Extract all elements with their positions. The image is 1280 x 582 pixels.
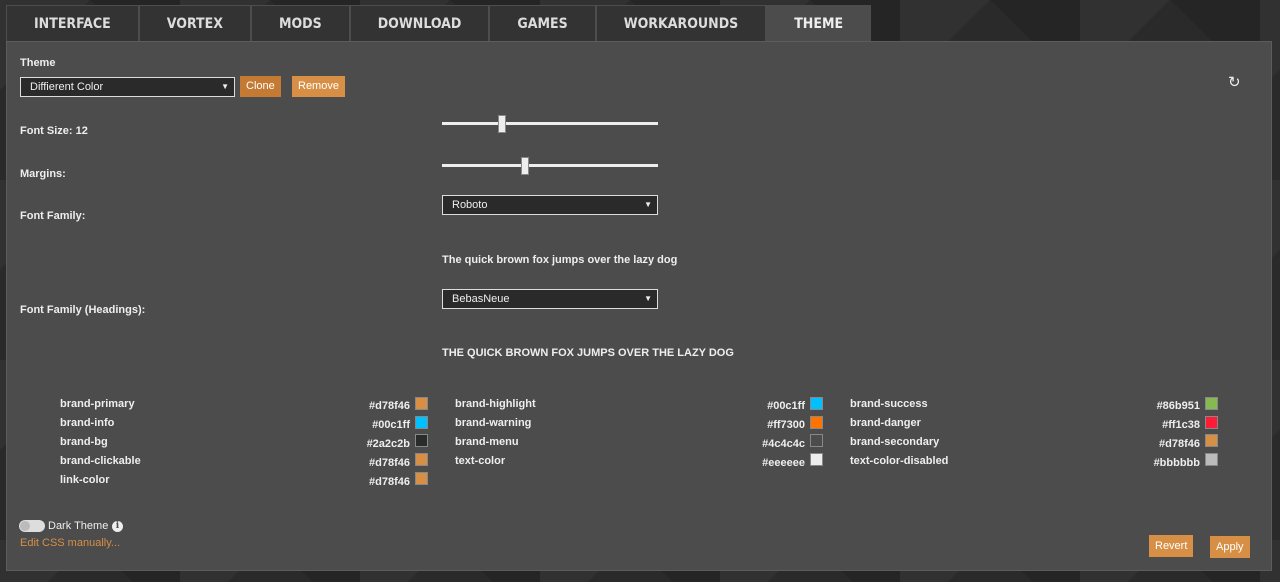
chevron-down-icon: ▼ xyxy=(644,200,652,209)
color-swatch[interactable] xyxy=(1205,416,1218,429)
color-value: #eeeeee xyxy=(762,457,805,469)
color-swatch[interactable] xyxy=(415,453,428,466)
color-swatch[interactable] xyxy=(810,434,823,447)
settings-tabs: INTERFACE VORTEX MODS DOWNLOAD GAMES WOR… xyxy=(6,5,872,42)
theme-label: Theme xyxy=(20,57,56,69)
chevron-down-icon: ▼ xyxy=(221,82,229,91)
tab-mods[interactable]: MODS xyxy=(250,5,350,41)
color-swatch[interactable] xyxy=(415,434,428,447)
font-family-headings-select-value: BebasNeue xyxy=(452,293,510,305)
color-value: #ff1c38 xyxy=(1162,419,1200,431)
theme-select[interactable]: Diffierent Color ▼ xyxy=(20,77,235,97)
color-key: link-color xyxy=(60,474,110,486)
font-size-label: Font Size: 12 xyxy=(20,125,88,137)
tab-download[interactable]: DOWNLOAD xyxy=(349,5,490,41)
color-key: brand-highlight xyxy=(455,398,536,410)
tab-theme[interactable]: THEME xyxy=(766,5,872,42)
color-swatch[interactable] xyxy=(415,416,428,429)
color-value: #4c4c4c xyxy=(762,438,805,450)
color-swatch[interactable] xyxy=(810,397,823,410)
color-key: brand-primary xyxy=(60,398,135,410)
color-key: brand-bg xyxy=(60,436,108,448)
tab-games[interactable]: GAMES xyxy=(489,5,596,41)
color-key: brand-danger xyxy=(850,417,921,429)
slider-track xyxy=(442,122,658,125)
theme-select-value: Diffierent Color xyxy=(30,81,104,93)
slider-thumb[interactable] xyxy=(521,157,529,175)
apply-button[interactable]: Apply xyxy=(1210,536,1250,558)
font-family-headings-label: Font Family (Headings): xyxy=(20,304,146,316)
color-value: #00c1ff xyxy=(372,419,410,431)
color-value: #00c1ff xyxy=(767,400,805,412)
color-value: #2a2c2b xyxy=(366,438,410,450)
color-swatch[interactable] xyxy=(1205,453,1218,466)
color-key: brand-secondary xyxy=(850,436,940,448)
color-value: #d78f46 xyxy=(369,457,410,469)
dark-theme-toggle[interactable] xyxy=(19,520,45,532)
color-key: brand-menu xyxy=(455,436,519,448)
color-key: brand-success xyxy=(850,398,928,410)
color-value: #d78f46 xyxy=(1159,438,1200,450)
tab-interface[interactable]: INTERFACE xyxy=(6,5,139,41)
color-value: #d78f46 xyxy=(369,400,410,412)
slider-track xyxy=(442,164,658,167)
margins-label: Margins: xyxy=(20,168,66,180)
color-swatch[interactable] xyxy=(1205,397,1218,410)
color-key: brand-warning xyxy=(455,417,532,429)
font-family-sample: The quick brown fox jumps over the lazy … xyxy=(442,254,678,266)
slider-thumb[interactable] xyxy=(498,115,506,133)
margins-slider[interactable] xyxy=(442,157,658,175)
font-size-slider[interactable] xyxy=(442,115,658,133)
color-value: #86b951 xyxy=(1156,400,1200,412)
remove-button[interactable]: Remove xyxy=(292,76,345,97)
font-family-headings-sample: THE QUICK BROWN FOX JUMPS OVER THE LAZY … xyxy=(442,347,734,359)
font-family-select-value: Roboto xyxy=(452,199,488,211)
revert-button[interactable]: Revert xyxy=(1149,535,1194,557)
toggle-knob xyxy=(20,521,30,531)
color-swatch[interactable] xyxy=(415,472,428,485)
color-swatch[interactable] xyxy=(1205,434,1218,447)
color-swatch[interactable] xyxy=(810,453,823,466)
font-family-select[interactable]: Roboto ▼ xyxy=(442,195,658,215)
color-key: brand-info xyxy=(60,417,115,429)
font-family-label: Font Family: xyxy=(20,210,86,222)
color-swatch[interactable] xyxy=(415,397,428,410)
clone-button[interactable]: Clone xyxy=(240,76,281,97)
dark-theme-label: Dark Theme xyxy=(48,520,109,532)
edit-css-link[interactable]: Edit CSS manually... xyxy=(20,537,120,549)
tab-workarounds[interactable]: WORKAROUNDS xyxy=(595,5,767,41)
tab-vortex[interactable]: VORTEX xyxy=(138,5,251,41)
color-swatch[interactable] xyxy=(810,416,823,429)
color-key: text-color-disabled xyxy=(850,455,949,467)
color-key: brand-clickable xyxy=(60,455,141,467)
info-icon[interactable]: i xyxy=(112,521,123,532)
font-family-headings-select[interactable]: BebasNeue ▼ xyxy=(442,289,658,309)
color-value: #d78f46 xyxy=(369,476,410,488)
refresh-icon[interactable]: ↻ xyxy=(1228,73,1241,91)
color-value: #ff7300 xyxy=(767,419,805,431)
chevron-down-icon: ▼ xyxy=(644,294,652,303)
color-value: #bbbbbb xyxy=(1153,457,1200,469)
color-key: text-color xyxy=(455,455,506,467)
